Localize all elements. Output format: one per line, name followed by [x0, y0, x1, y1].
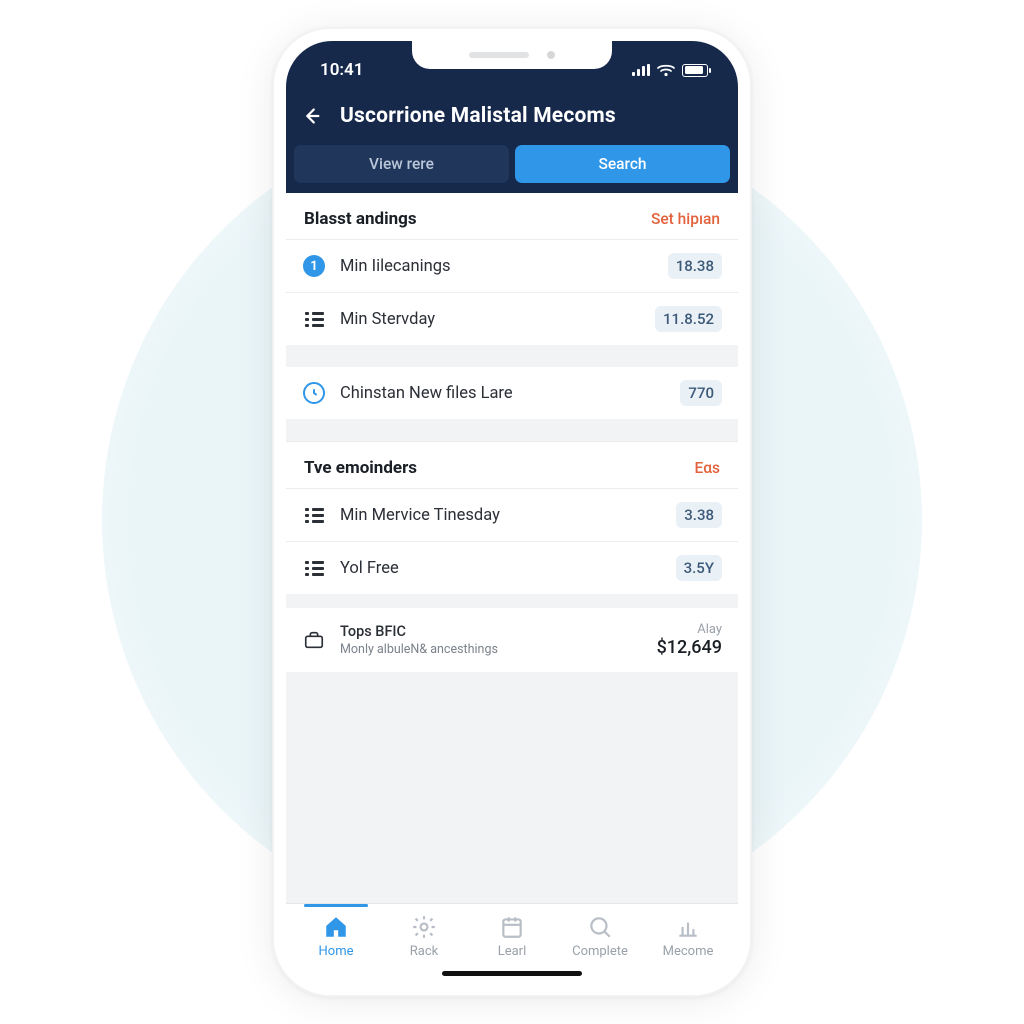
page-title: Uscorrione Malistal Mecoms	[340, 104, 616, 128]
content-area: Blasst andings Set hipıan 1 Min Iilecani…	[286, 193, 738, 903]
row-label: Min Mervice Tinesday	[340, 506, 662, 525]
nav-label: Home	[319, 944, 354, 959]
battery-icon	[682, 64, 708, 77]
row-value: 3.5Y	[676, 555, 722, 581]
cellular-icon	[632, 64, 650, 76]
search-icon	[587, 914, 613, 940]
section1-header: Blasst andings Set hipıan	[286, 193, 738, 240]
summary-row[interactable]: Tops BFIC Monly albuleN& ancesthings Ala…	[286, 608, 738, 672]
list-icon	[302, 503, 326, 527]
wifi-icon	[657, 64, 675, 77]
nav-rack[interactable]: Rack	[380, 914, 468, 959]
nav-label: Learl	[498, 944, 527, 959]
briefcase-icon	[302, 629, 326, 651]
summary-title: Tops BFIC	[340, 623, 643, 640]
list-icon	[302, 556, 326, 580]
section1-action[interactable]: Set hipıan	[651, 210, 720, 228]
nav-label: Mecome	[663, 944, 714, 959]
list-item[interactable]: Chinstan New files Lare 770	[286, 367, 738, 419]
home-icon	[323, 914, 349, 940]
home-indicator[interactable]	[286, 963, 738, 983]
status-indicators	[632, 64, 708, 77]
section2-list: Min Mervice Tinesday 3.38 Yol Free 3.5Y	[286, 489, 738, 594]
list-item[interactable]: Min Sterνday 11.8.52	[286, 293, 738, 345]
nav-home[interactable]: Home	[292, 914, 380, 959]
row-value: 11.8.52	[655, 306, 722, 332]
nav-complete[interactable]: Complete	[556, 914, 644, 959]
row-value: 770	[680, 380, 722, 406]
row-value: 18.38	[668, 253, 722, 279]
notch	[412, 41, 612, 69]
summary-subtitle: Monly albuleN& ancesthings	[340, 640, 643, 657]
section2-title: Tve emoinders	[304, 458, 417, 478]
summary-card: Tops BFIC Monly albuleN& ancesthings Ala…	[286, 608, 738, 672]
row-value: 3.38	[676, 502, 722, 528]
list-item[interactable]: 1 Min Iilecanings 18.38	[286, 240, 738, 293]
section1-info: Chinstan New files Lare 770	[286, 367, 738, 419]
nav-label: Rack	[410, 944, 438, 959]
list-item[interactable]: Min Mervice Tinesday 3.38	[286, 489, 738, 542]
section1-list: 1 Min Iilecanings 18.38 Min Sterνday 11.…	[286, 240, 738, 345]
row-label: Min Iilecanings	[340, 257, 654, 276]
screen: 10:41 Uscorrione Malistal Mecoms View re…	[286, 41, 738, 983]
status-time: 10:41	[320, 60, 363, 80]
phone-frame: 10:41 Uscorrione Malistal Mecoms View re…	[272, 27, 752, 997]
clock-check-icon	[302, 381, 326, 405]
spacer	[286, 345, 738, 367]
row-label: Min Sterνday	[340, 310, 641, 329]
section1-title: Blasst andings	[304, 209, 417, 229]
spacer	[286, 594, 738, 608]
nav-mecome[interactable]: Mecome	[644, 914, 732, 959]
bottom-nav: Home Rack Learl Complete	[286, 903, 738, 963]
summary-amount: $12,649	[657, 637, 722, 658]
tab-view[interactable]: View rere	[294, 145, 509, 183]
back-button[interactable]	[296, 101, 326, 131]
spacer	[286, 419, 738, 441]
gear-icon	[411, 914, 437, 940]
number-badge-icon: 1	[302, 254, 326, 278]
list-item[interactable]: Yol Free 3.5Y	[286, 542, 738, 594]
row-label: Chinstan New files Lare	[340, 384, 666, 403]
summary-note: Alay	[657, 622, 722, 637]
nav-learl[interactable]: Learl	[468, 914, 556, 959]
section2-header: Tve emoinders Eαs	[286, 441, 738, 489]
segmented-control: View rere Search	[286, 145, 738, 183]
row-label: Yol Free	[340, 559, 662, 578]
tab-search[interactable]: Search	[515, 145, 730, 183]
nav-label: Complete	[572, 944, 628, 959]
calendar-icon	[499, 914, 525, 940]
section2-action[interactable]: Eαs	[695, 459, 720, 477]
chart-icon	[675, 914, 701, 940]
list-icon	[302, 307, 326, 331]
